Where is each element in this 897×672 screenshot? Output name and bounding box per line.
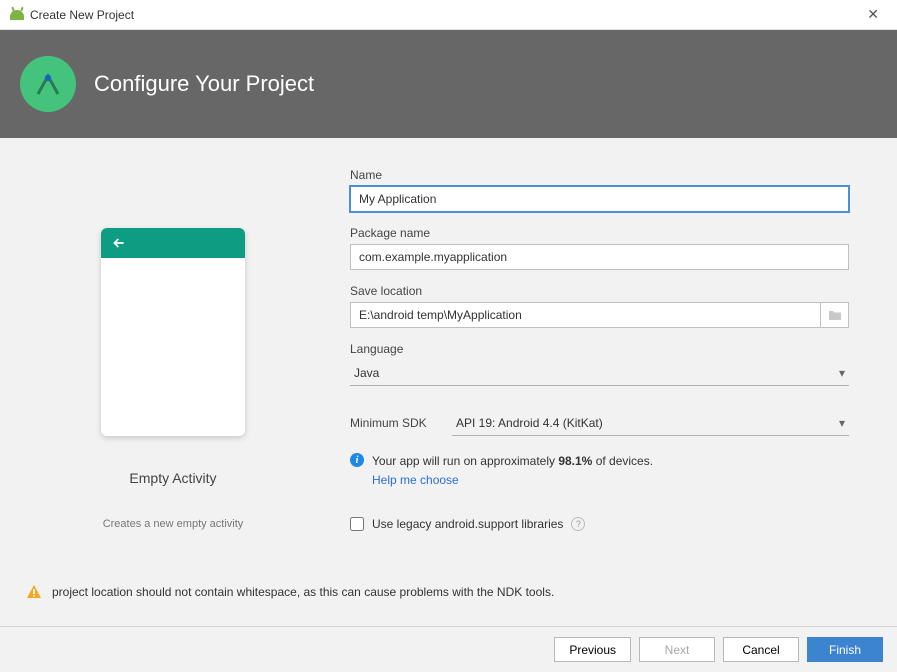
button-bar: Previous Next Cancel Finish (0, 626, 897, 672)
cancel-button[interactable]: Cancel (723, 637, 799, 662)
name-label: Name (350, 168, 849, 182)
device-coverage-info: i Your app will run on approximately 98.… (350, 452, 849, 489)
legacy-libraries-label: Use legacy android.support libraries (372, 517, 563, 531)
previous-button[interactable]: Previous (554, 637, 631, 662)
window-title: Create New Project (30, 8, 134, 22)
info-icon: i (350, 453, 364, 467)
form-panel: Name Package name Save location Language… (350, 168, 849, 574)
page-title: Configure Your Project (94, 71, 314, 97)
info-text-suffix: of devices. (592, 454, 653, 468)
preview-appbar (101, 228, 245, 258)
warning-icon (26, 584, 42, 600)
template-description: Creates a new empty activity (103, 518, 244, 530)
location-input[interactable] (350, 302, 821, 328)
folder-icon (828, 309, 842, 321)
warning-text: project location should not contain whit… (52, 585, 554, 599)
header-logo-icon (20, 56, 76, 112)
package-input[interactable] (350, 244, 849, 270)
minsdk-value: API 19: Android 4.4 (KitKat) (456, 416, 603, 430)
chevron-down-icon: ▾ (839, 416, 845, 430)
help-icon[interactable]: ? (571, 517, 585, 531)
language-value: Java (354, 366, 379, 380)
language-label: Language (350, 342, 849, 356)
minsdk-label: Minimum SDK (350, 416, 440, 430)
template-preview-panel: Empty Activity Creates a new empty activ… (48, 168, 298, 574)
name-input[interactable] (350, 186, 849, 212)
browse-folder-button[interactable] (821, 302, 849, 328)
back-arrow-icon (111, 235, 127, 251)
info-percentage: 98.1% (558, 454, 592, 468)
finish-button[interactable]: Finish (807, 637, 883, 662)
template-name: Empty Activity (129, 470, 216, 486)
page-header: Configure Your Project (0, 30, 897, 138)
next-button: Next (639, 637, 715, 662)
language-select[interactable]: Java ▾ (350, 360, 849, 386)
chevron-down-icon: ▾ (839, 366, 845, 380)
phone-preview (101, 228, 245, 436)
close-icon[interactable]: ✕ (859, 2, 887, 27)
help-me-choose-link[interactable]: Help me choose (372, 471, 653, 489)
android-icon (10, 10, 24, 20)
info-text-prefix: Your app will run on approximately (372, 454, 558, 468)
warning-message: project location should not contain whit… (0, 584, 897, 626)
legacy-libraries-checkbox[interactable] (350, 517, 364, 531)
package-label: Package name (350, 226, 849, 240)
minsdk-select[interactable]: API 19: Android 4.4 (KitKat) ▾ (452, 410, 849, 436)
location-label: Save location (350, 284, 849, 298)
titlebar: Create New Project ✕ (0, 0, 897, 30)
